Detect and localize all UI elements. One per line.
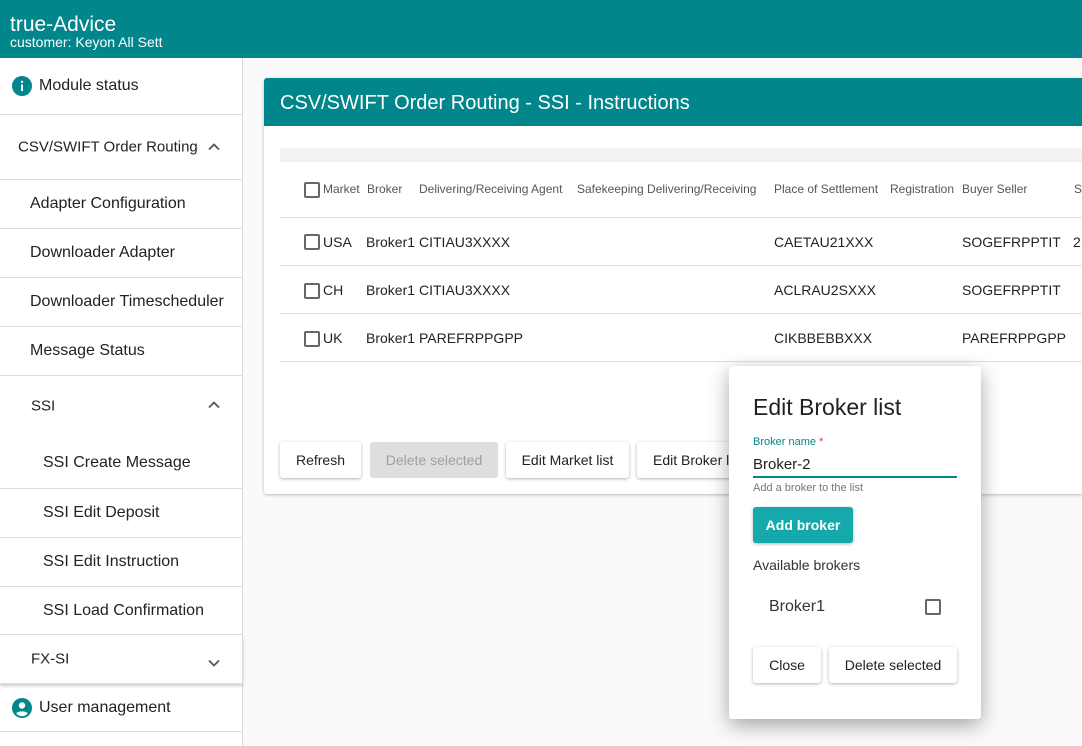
select-all-checkbox[interactable] [304,182,320,198]
broker-name-label: Broker name * [753,436,823,448]
column-header-broker[interactable]: Broker [367,182,402,196]
cell-broker: Broker1 [366,330,416,346]
column-header-safekeeping[interactable]: Safekeeping Delivering/Receiving [577,182,756,196]
chevron-up-icon [208,143,220,151]
delete-selected-button[interactable]: Delete selected [370,442,498,478]
broker-list-item: Broker1 [769,598,826,615]
close-button[interactable]: Close [753,647,821,683]
sidebar-group-fx-si[interactable]: FX-SI [0,635,243,684]
sidebar-item-label: SSI Load Confirmation [43,601,204,619]
cell-agent: PAREFRPPGPP [419,330,523,346]
table-toolbar-strip [280,148,1082,162]
sidebar-item-ssi-edit-instruction[interactable]: SSI Edit Instruction [0,538,243,587]
row-divider [280,217,1082,218]
edit-market-list-button[interactable]: Edit Market list [506,442,629,478]
column-header-place-of-settlement[interactable]: Place of Settlement [774,182,878,196]
customer-name: customer: Keyon All Sett [10,34,163,50]
row-checkbox[interactable] [304,234,320,250]
chevron-down-icon [208,659,220,667]
sidebar-item-label: Downloader Adapter [30,244,175,261]
sidebar-item-user-management[interactable]: User management [0,684,243,732]
app-header: true-Advice customer: Keyon All Sett [0,0,1082,58]
column-header-next[interactable]: S [1074,182,1082,196]
available-brokers-label: Available brokers [753,557,861,573]
cell-market: CH [323,282,344,298]
row-checkbox[interactable] [304,331,320,347]
sidebar-item-label: Module status [39,77,139,94]
cell-place-of-settlement: CAETAU21XXX [774,234,874,250]
broker-name-hint: Add a broker to the list [753,482,864,494]
sidebar-item-label: SSI Create Message [43,454,191,471]
sidebar-item-downloader-adapter[interactable]: Downloader Adapter [0,229,243,278]
broker-name-input[interactable] [753,452,957,478]
chevron-up-icon [208,400,220,408]
sidebar-item-message-status[interactable]: Message Status [0,327,243,376]
column-header-delivering-agent[interactable]: Delivering/Receiving Agent [419,182,562,196]
sidebar-group-ssi[interactable]: SSI [0,376,243,438]
sidebar-item-label: Downloader Timescheduler [30,293,224,310]
column-header-buyer-seller[interactable]: Buyer Seller [962,182,1027,196]
broker-name-label-text: Broker name [753,436,816,448]
row-divider [280,361,1082,362]
dialog-delete-selected-button[interactable]: Delete selected [829,647,957,683]
sidebar-item-ssi-create-message[interactable]: SSI Create Message [0,438,243,489]
sidebar-item-downloader-timescheduler[interactable]: Downloader Timescheduler [0,278,243,327]
page-title: CSV/SWIFT Order Routing - SSI - Instruct… [280,92,690,114]
cell-agent: CITIAU3XXXX [419,282,511,298]
edit-broker-list-dialog: Edit Broker list Broker name * Add a bro… [729,366,981,719]
sidebar-group-order-routing[interactable]: CSV/SWIFT Order Routing [0,115,243,180]
add-broker-button[interactable]: Add broker [753,507,853,543]
refresh-button[interactable]: Refresh [280,442,361,478]
column-header-registration[interactable]: Registration [890,182,954,196]
info-icon [12,76,32,96]
sidebar-item-adapter-configuration[interactable]: Adapter Configuration [0,180,243,229]
sidebar-item-label: FX-SI [31,650,70,668]
account-circle-icon [12,697,32,718]
sidebar-item-label: User management [39,698,171,716]
app-title: true-Advice [10,13,117,36]
required-marker: * [819,436,824,448]
sidebar-item-label: SSI [31,397,56,415]
sidebar: Module status CSV/SWIFT Order Routing Ad… [0,58,243,746]
row-divider [280,313,1082,314]
cell-agent: CITIAU3XXXX [419,234,511,250]
sidebar-item-label: SSI Edit Deposit [43,504,160,521]
cell-market: UK [323,330,343,346]
cell-market: USA [323,234,352,250]
cell-broker: Broker1 [366,234,416,250]
sidebar-item-label: CSV/SWIFT Order Routing [18,138,198,156]
cell-place-of-settlement: CIKBBEBBXXX [774,330,873,346]
broker-item-checkbox[interactable] [925,599,941,615]
sidebar-item-ssi-edit-deposit[interactable]: SSI Edit Deposit [0,489,243,538]
dialog-title: Edit Broker list [753,394,902,420]
column-header-market[interactable]: Market [323,182,360,196]
sidebar-item-label: Adapter Configuration [30,195,186,212]
sidebar-item-label: Message Status [30,342,145,359]
cell-extra: 2 [1073,234,1081,250]
card-header: CSV/SWIFT Order Routing - SSI - Instruct… [264,78,1082,126]
cell-place-of-settlement: ACLRAU2SXXX [774,282,876,298]
sidebar-item-label: SSI Edit Instruction [43,553,180,570]
row-checkbox[interactable] [304,283,320,299]
cell-buyer-seller: PAREFRPPGPP [962,330,1066,346]
sidebar-item-ssi-load-confirmation[interactable]: SSI Load Confirmation [0,587,243,635]
cell-broker: Broker1 [366,282,416,298]
cell-buyer-seller: SOGEFRPPTIT [962,282,1061,298]
cell-buyer-seller: SOGEFRPPTIT [962,234,1061,250]
row-divider [280,265,1082,266]
sidebar-item-module-status[interactable]: Module status [0,58,243,115]
